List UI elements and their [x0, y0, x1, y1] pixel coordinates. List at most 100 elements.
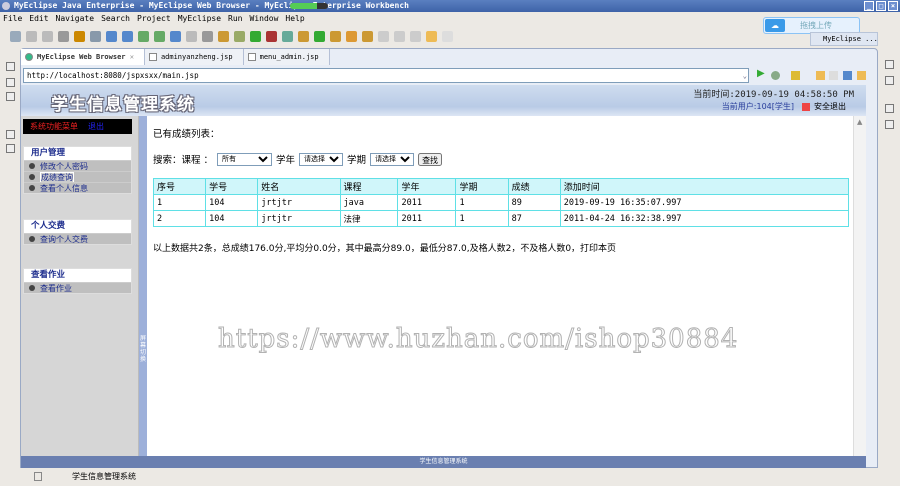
table-row: 1 104 jrtjtr java 2011 1 89 2019-09-19 16:35:07…	[152, 194, 850, 211]
toolbar-button-icon[interactable]	[266, 30, 277, 42]
toolbar-button-icon[interactable]	[362, 30, 373, 42]
forward-icon[interactable]	[829, 71, 838, 80]
current-time: 当前时间:2019-09-19 04:58:50 PM	[693, 90, 854, 100]
refresh-icon[interactable]	[857, 71, 866, 80]
year-select[interactable]: 请选择	[299, 152, 344, 166]
menu-item[interactable]: 成绩查询	[24, 171, 131, 183]
menu-project[interactable]: Project	[137, 12, 171, 25]
toolbar-button-icon[interactable]	[202, 30, 213, 42]
toolbar-button-icon[interactable]	[330, 30, 341, 42]
status-text: 学生信息管理系统	[72, 472, 136, 481]
menu-item[interactable]: 查询个人交费	[24, 233, 131, 244]
toolbar-button-icon[interactable]	[426, 30, 437, 42]
toolbar-button-icon[interactable]	[218, 30, 229, 42]
menu-item[interactable]: 查看作业	[24, 282, 131, 293]
table-cell: 2019-09-19 16:35:07.997	[559, 194, 850, 211]
column-header: 课程	[339, 178, 399, 195]
tab-menu-admin[interactable]: menu_admin.jsp	[243, 49, 330, 65]
course-select[interactable]: 所有	[217, 152, 273, 166]
toolbar-button-icon[interactable]	[410, 30, 421, 42]
tab-adminyanzheng[interactable]: adminyanzheng.jsp	[144, 49, 244, 65]
menu-item-label: 查看作业	[40, 284, 72, 293]
menu-file[interactable]: File	[3, 12, 22, 25]
back-icon[interactable]	[816, 71, 825, 80]
exit-link[interactable]: 退出	[88, 122, 104, 131]
restore-icon[interactable]	[885, 104, 894, 113]
toolbar-button-icon[interactable]	[378, 30, 389, 42]
outline-icon[interactable]	[885, 76, 894, 85]
view-icon[interactable]	[885, 120, 894, 129]
toolbar-button-icon[interactable]	[74, 30, 85, 42]
tab-web-browser[interactable]: MyEclipse Web Browser ✕	[21, 49, 145, 65]
menu-navigate[interactable]: Navigate	[56, 12, 95, 25]
screen-switch-label[interactable]: 屏幕切换	[139, 335, 147, 363]
toolbar-button-icon[interactable]	[154, 30, 165, 42]
table-cell: 89	[507, 194, 561, 211]
summary-text: 以上数据共2条，总成绩176.0分,平均分0.0分，其中最高分89.0，最低分8…	[153, 244, 617, 254]
toolbar-button-icon[interactable]	[170, 30, 181, 42]
close-button[interactable]: ×	[888, 1, 898, 11]
menu-edit[interactable]: Edit	[29, 12, 48, 25]
restore-icon[interactable]	[885, 60, 894, 69]
url-input[interactable]: http://localhost:8080/jspxsxx/main.jsp ⌄	[23, 68, 749, 83]
menu-group: 个人交费 查询个人交费	[23, 219, 132, 245]
window-title: MyEclipse Java Enterprise - MyEclipse We…	[14, 1, 409, 10]
editor-tabs: MyEclipse Web Browser ✕ adminyanzheng.js…	[21, 49, 877, 65]
toolbar-button-icon[interactable]	[442, 30, 453, 42]
tab-label: MyEclipse Web Browser	[37, 53, 126, 61]
console-icon[interactable]	[6, 144, 15, 153]
toolbar-button-icon[interactable]	[138, 30, 149, 42]
globe-icon	[25, 53, 33, 61]
toolbar-button-icon[interactable]	[234, 30, 245, 42]
menu-item[interactable]: 查看个人信息	[24, 182, 131, 193]
term-select[interactable]: 请选择	[370, 152, 415, 166]
search-button[interactable]: 查找	[418, 152, 443, 166]
toolbar-button-icon[interactable]	[26, 30, 37, 42]
list-title: 已有成绩列表：	[153, 129, 220, 140]
toolbar-button-icon[interactable]	[122, 30, 133, 42]
toolbar-button-icon[interactable]	[42, 30, 53, 42]
splitter[interactable]	[139, 116, 147, 456]
menu-myeclipse[interactable]: MyEclipse	[178, 12, 221, 25]
chevron-down-icon[interactable]: ⌄	[743, 70, 747, 83]
restore-icon[interactable]	[6, 130, 15, 139]
toolbar-button-icon[interactable]	[282, 30, 293, 42]
table-cell: 1	[455, 210, 509, 227]
web-page: 学生信息管理系统 当前时间:2019-09-19 04:58:50 PM 当前用…	[21, 85, 866, 468]
toolbar-button-icon[interactable]	[186, 30, 197, 42]
right-trim	[879, 48, 900, 468]
jsp-file-icon	[148, 53, 157, 61]
toolbar-button-icon[interactable]	[106, 30, 117, 42]
toolbar-button-icon[interactable]	[90, 30, 101, 42]
table-cell: java	[339, 194, 399, 211]
toolbar-button-icon[interactable]	[58, 30, 69, 42]
logout-link[interactable]: 安全退出	[814, 102, 846, 111]
restore-icon[interactable]	[6, 62, 15, 71]
toolbar-button-icon[interactable]	[314, 30, 325, 42]
menu-help[interactable]: Help	[285, 12, 304, 25]
toolbar-button-icon[interactable]	[10, 30, 21, 42]
menu-run[interactable]: Run	[228, 12, 242, 25]
cloud-icon: ☁	[765, 19, 785, 32]
toolbar-button-icon[interactable]	[250, 30, 261, 42]
maximize-button[interactable]: □	[876, 1, 886, 11]
menu-item[interactable]: 修改个人密码	[24, 160, 131, 171]
stop-icon[interactable]	[843, 71, 852, 80]
close-tab-icon[interactable]: ✕	[130, 53, 134, 61]
go-icon[interactable]: ▶	[757, 68, 766, 79]
toolbar-button-icon[interactable]	[346, 30, 357, 42]
favorites-icon[interactable]	[791, 71, 800, 80]
perspective-button[interactable]: MyEclipse ...	[810, 32, 878, 46]
column-header: 学期	[455, 178, 509, 195]
toolbar-button-icon[interactable]	[394, 30, 405, 42]
title-bar: MyEclipse Java Enterprise - MyEclipse We…	[0, 0, 900, 12]
outline-icon[interactable]	[6, 92, 15, 101]
minimize-button[interactable]: _	[864, 1, 874, 11]
menu-search[interactable]: Search	[101, 12, 130, 25]
menu-window[interactable]: Window	[250, 12, 279, 25]
hierarchy-icon[interactable]	[6, 78, 15, 87]
toolbar-button-icon[interactable]	[298, 30, 309, 42]
scroll-up-icon[interactable]: ▲	[857, 118, 862, 126]
vertical-scrollbar[interactable]: ▲	[853, 116, 866, 456]
debug-icon[interactable]	[771, 71, 780, 80]
